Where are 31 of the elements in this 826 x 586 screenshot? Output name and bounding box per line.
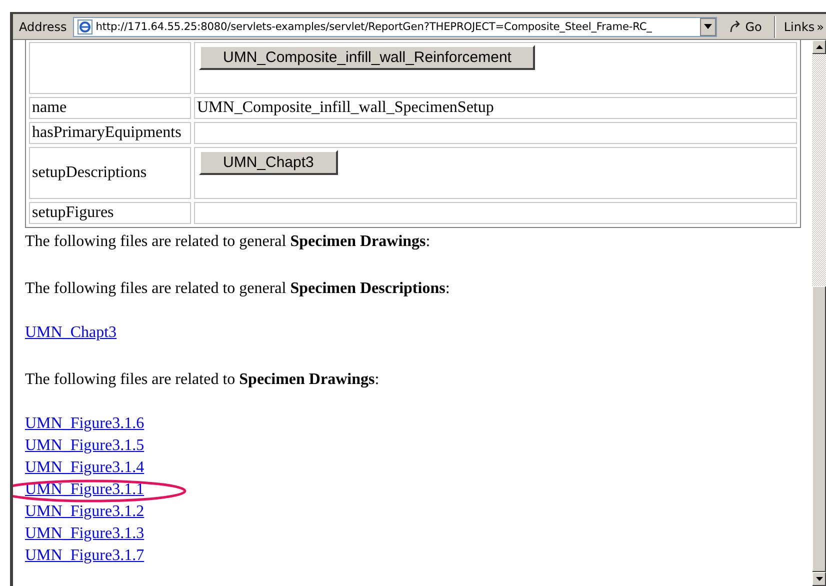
record-button[interactable]: UMN_Composite_infill_wall_Reinforcement <box>199 45 536 70</box>
down-arrow-icon <box>816 577 822 581</box>
scroll-down-button[interactable] <box>812 572 826 586</box>
links-button[interactable]: Links » <box>780 20 826 34</box>
field-label: setupFigures <box>32 204 114 221</box>
file-link[interactable]: UMN_Figure3.1.3 <box>25 523 144 545</box>
section-text: The following files are related to general Specimen Drawings: <box>25 232 432 252</box>
page-icon <box>76 18 93 34</box>
file-link[interactable]: UMN_Figure3.1.6 <box>25 413 144 435</box>
file-link[interactable]: UMN_Figure3.1.5 <box>25 435 144 457</box>
scroll-up-button[interactable] <box>812 40 826 54</box>
address-field[interactable]: http://171.64.55.25:8080/servlets-examples/servlet/ReportGen?THEPROJECT=Composite_Steel_Frame-RC_ <box>72 16 718 36</box>
url-text: http://171.64.55.25:8080/servlets-examples/servlet/ReportGen?THEPROJECT=Composite_Steel_Frame-RC_ <box>96 20 653 32</box>
record-button[interactable]: UMN_Chapt3 <box>199 150 338 175</box>
file-link[interactable]: UMN_Figure3.1.2 <box>25 501 144 523</box>
go-button[interactable]: Go <box>721 20 770 34</box>
file-link[interactable]: UMN_Figure3.1.4 <box>25 457 144 479</box>
file-link[interactable]: UMN_Figure3.1.1 <box>25 479 144 501</box>
address-label: Address <box>18 20 68 34</box>
scrollbar-thumb[interactable] <box>812 286 826 572</box>
field-label: setupDescriptions <box>32 164 147 181</box>
caret-icon <box>704 24 712 29</box>
field-value: UMN_Composite_infill_wall_SpecimenSetup <box>197 99 494 116</box>
section-text: The following files are related to Specimen Drawings: <box>25 370 380 390</box>
field-label: hasPrimaryEquipments <box>32 124 182 141</box>
file-link[interactable]: UMN_Figure3.1.7 <box>25 545 144 567</box>
dropdown-button[interactable] <box>700 18 716 36</box>
field-label: name <box>32 99 67 116</box>
up-arrow-icon <box>816 45 822 49</box>
file-link[interactable]: UMN_Chapt3 <box>25 322 117 344</box>
section-text: The following files are related to general Specimen Descriptions: <box>25 279 451 299</box>
